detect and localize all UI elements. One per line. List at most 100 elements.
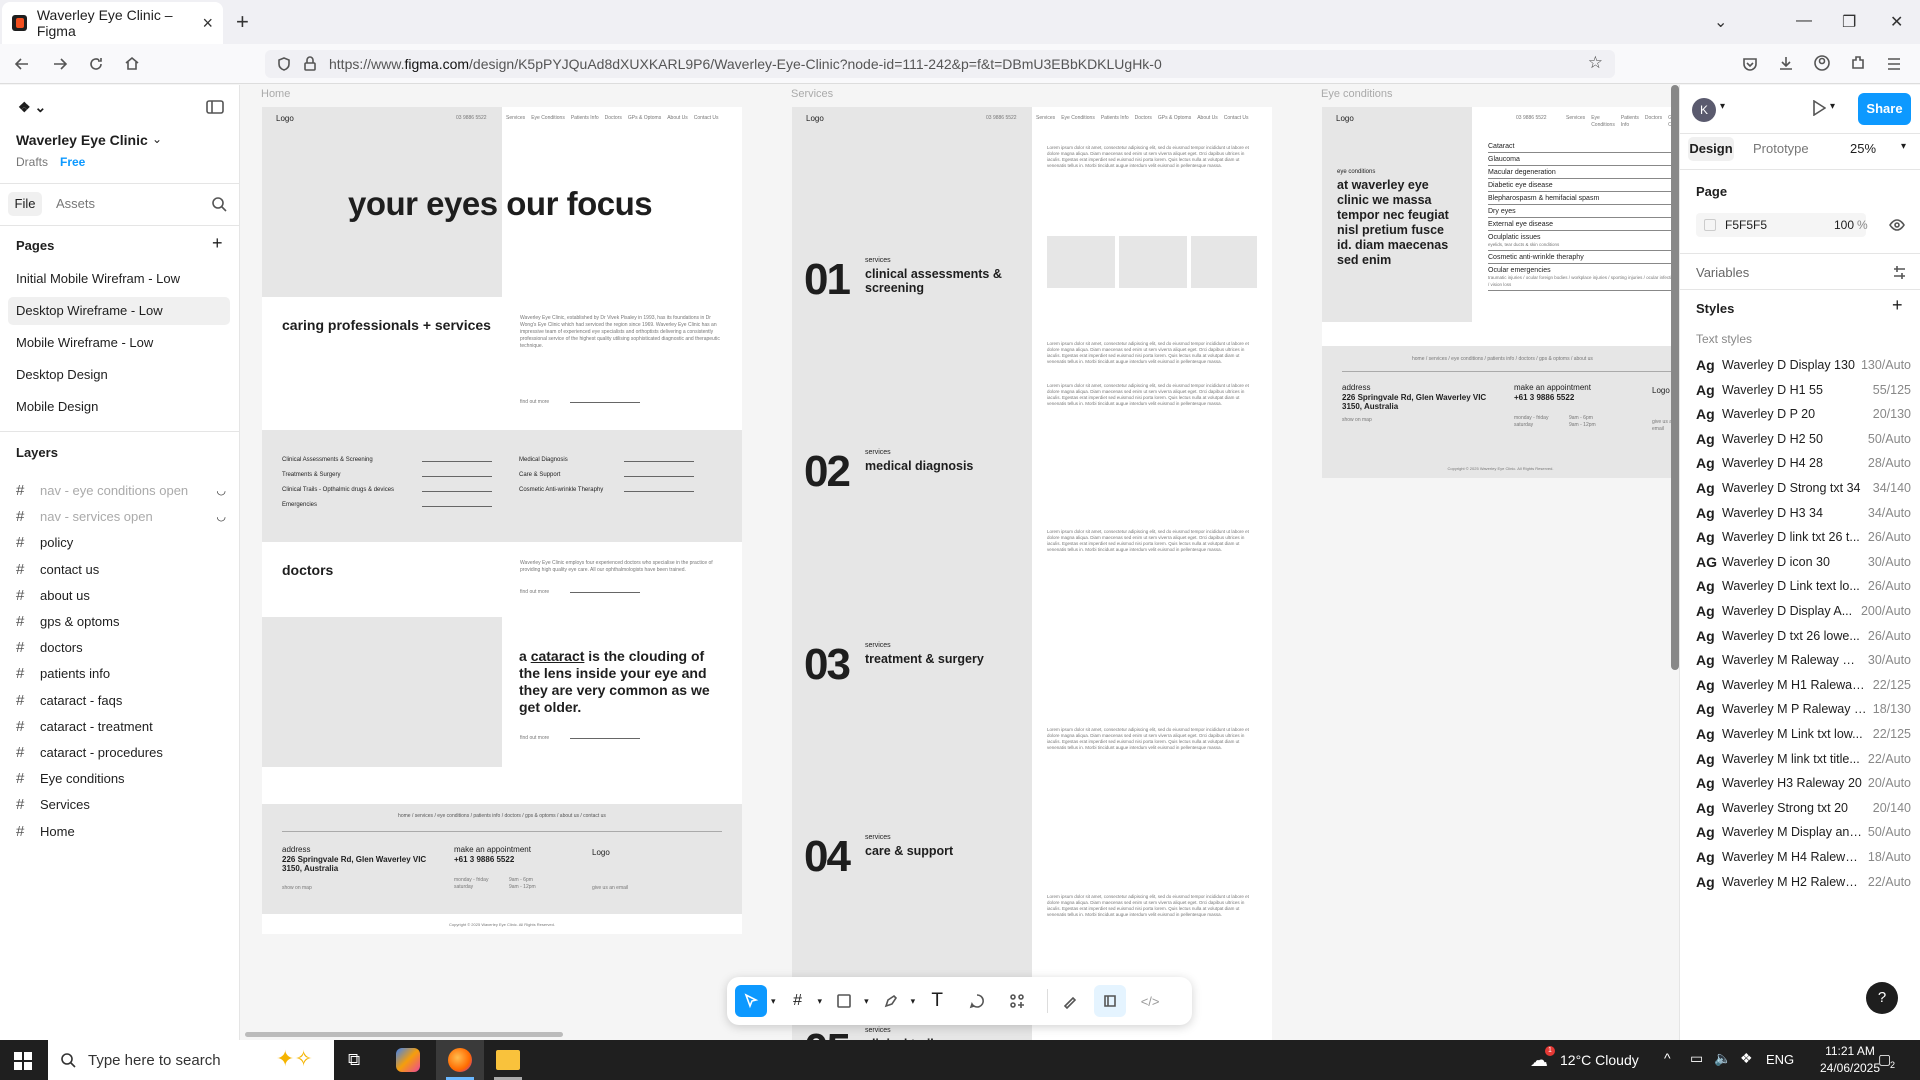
- canvas-scrollbar-vertical[interactable]: [1671, 85, 1679, 670]
- nav-link[interactable]: Patients Info: [1101, 115, 1129, 122]
- actions-tool-icon[interactable]: [1001, 985, 1033, 1017]
- layer-item[interactable]: # about us: [16, 582, 226, 610]
- language-indicator[interactable]: ENG: [1766, 1052, 1794, 1067]
- nav-link[interactable]: Patients Info: [1621, 115, 1639, 129]
- account-icon[interactable]: [1814, 55, 1830, 71]
- page-item[interactable]: Initial Mobile Wirefram - Low: [8, 265, 230, 293]
- figma-menu-icon[interactable]: ❖ ⌄: [18, 99, 46, 116]
- nav-link[interactable]: Contact Us: [1224, 115, 1249, 122]
- frame-label-services[interactable]: Services: [791, 88, 833, 100]
- layer-item[interactable]: # doctors: [16, 634, 226, 662]
- toggle-sidebar-icon[interactable]: [206, 100, 224, 114]
- nav-link[interactable]: Eye Conditions: [1061, 115, 1095, 122]
- file-location[interactable]: Drafts: [16, 155, 48, 169]
- nav-link[interactable]: Eye Conditions: [531, 115, 565, 122]
- tab-file[interactable]: File: [8, 192, 42, 216]
- page-item[interactable]: Mobile Wireframe - Low: [8, 329, 230, 357]
- nav-link[interactable]: Services: [1036, 115, 1055, 122]
- chevron-down-icon[interactable]: ▾: [1901, 141, 1906, 152]
- layer-item[interactable]: # Eye conditions: [16, 765, 226, 793]
- nav-link[interactable]: Eye Conditions: [1591, 115, 1615, 129]
- service-link[interactable]: Care & Support: [519, 472, 719, 487]
- tab-design[interactable]: Design: [1688, 137, 1734, 161]
- find-out-more-link[interactable]: find out more: [520, 399, 549, 406]
- eye-condition-item[interactable]: Cosmetic anti-wrinkle theraphy: [1488, 251, 1679, 264]
- page-item-selected[interactable]: Desktop Wireframe - Low: [8, 297, 230, 325]
- chevron-down-icon[interactable]: ▾: [864, 996, 869, 1007]
- nav-link[interactable]: GPs & Optoms: [628, 115, 661, 122]
- network-icon[interactable]: ▭: [1690, 1050, 1703, 1067]
- close-tab-icon[interactable]: ×: [202, 13, 213, 34]
- chevron-down-icon[interactable]: ▾: [911, 996, 916, 1007]
- find-out-more-link[interactable]: find out more: [520, 735, 549, 742]
- eye-condition-item[interactable]: Macular degeneration: [1488, 166, 1679, 179]
- cataract-link[interactable]: cataract: [531, 648, 585, 664]
- service-link[interactable]: Treatments & Surgery: [282, 472, 497, 487]
- dropbox-icon[interactable]: ❖: [1740, 1050, 1753, 1067]
- eye-condition-item[interactable]: Oculplatic issues eyelids, tear ducts & s…: [1488, 231, 1679, 251]
- eye-visibility-icon[interactable]: [1889, 219, 1905, 231]
- rectangle-tool-icon[interactable]: [828, 985, 860, 1017]
- share-button[interactable]: Share: [1858, 93, 1911, 125]
- layer-item[interactable]: # cataract - treatment: [16, 713, 226, 741]
- forward-icon[interactable]: [52, 56, 68, 72]
- chevron-down-icon[interactable]: ▾: [818, 996, 823, 1007]
- variables-heading[interactable]: Variables: [1696, 265, 1749, 280]
- draw-mode-icon[interactable]: [1054, 985, 1086, 1017]
- text-style-item[interactable]: Ag Waverley M H2 Ralewa... 22/Auto: [1696, 867, 1911, 897]
- eye-condition-item[interactable]: Dry eyes: [1488, 205, 1679, 218]
- weather-text[interactable]: 12°C Cloudy: [1560, 1052, 1639, 1068]
- nav-link[interactable]: GPs & Optoms: [1158, 115, 1191, 122]
- avatar[interactable]: K: [1692, 98, 1716, 122]
- service-title[interactable]: clinical assessments & screening: [865, 267, 1005, 295]
- add-style-icon[interactable]: +: [1892, 295, 1903, 316]
- minimize-icon[interactable]: —: [1796, 12, 1812, 30]
- design-mode-icon[interactable]: [1094, 985, 1127, 1017]
- file-name[interactable]: Waverley Eye Clinic: [16, 132, 148, 148]
- chevron-up-icon[interactable]: ^: [1664, 1050, 1671, 1066]
- nav-link[interactable]: About Us: [667, 115, 688, 122]
- file-explorer-icon[interactable]: [496, 1050, 520, 1070]
- service-link[interactable]: Clinical Assessments & Screening: [282, 457, 497, 472]
- layer-item[interactable]: # contact us: [16, 556, 226, 584]
- window-close-icon[interactable]: ✕: [1890, 12, 1903, 32]
- service-link[interactable]: Cosmetic Anti-wrinkle Theraphy: [519, 487, 719, 502]
- chevron-down-icon[interactable]: ▾: [1830, 101, 1835, 112]
- service-link[interactable]: Medical Diagnosis: [519, 457, 719, 472]
- hidden-eye-icon[interactable]: ◡: [216, 477, 226, 505]
- services-frame[interactable]: Logo 03 9886 5522 Services Eye Conditions…: [792, 107, 1272, 1040]
- text-tool-icon[interactable]: T: [921, 985, 953, 1017]
- layer-item[interactable]: # nav - eye conditions open ◡: [16, 477, 226, 505]
- color-swatch[interactable]: [1704, 219, 1716, 231]
- url-bar[interactable]: https://www. figma.com/design/K5pPYJQuAd8…: [265, 50, 1615, 78]
- variables-settings-icon[interactable]: [1892, 265, 1907, 280]
- frame-label-home[interactable]: Home: [261, 88, 290, 100]
- hidden-eye-icon[interactable]: ◡: [216, 503, 226, 531]
- firefox-taskbar-button[interactable]: [436, 1040, 484, 1080]
- nav-link[interactable]: Doctors: [605, 115, 622, 122]
- play-prototype-icon[interactable]: [1812, 100, 1826, 116]
- volume-icon[interactable]: 🔈: [1714, 1050, 1731, 1067]
- eye-condition-item[interactable]: Cataract: [1488, 140, 1679, 153]
- new-tab-icon[interactable]: +: [236, 11, 249, 33]
- menu-icon[interactable]: [1886, 56, 1902, 72]
- layer-item[interactable]: # Services: [16, 791, 226, 819]
- task-view-icon[interactable]: ⧉: [348, 1050, 360, 1070]
- tab-list-chevron-icon[interactable]: ⌄: [1714, 12, 1727, 32]
- zoom-level[interactable]: 25%: [1850, 141, 1876, 156]
- background-hex[interactable]: F5F5F5: [1725, 218, 1767, 232]
- dev-mode-icon[interactable]: </>: [1134, 985, 1166, 1017]
- nav-link[interactable]: About Us: [1197, 115, 1218, 122]
- nav-link[interactable]: Contact Us: [694, 115, 719, 122]
- page-item[interactable]: Desktop Design: [8, 361, 230, 389]
- page-item[interactable]: Mobile Design: [8, 393, 230, 421]
- email-link[interactable]: give us an email: [592, 885, 628, 892]
- copilot-icon[interactable]: [396, 1048, 420, 1072]
- find-out-more-link[interactable]: find out more: [520, 589, 549, 596]
- layer-item[interactable]: # policy: [16, 529, 226, 557]
- service-link[interactable]: Emergencies: [282, 502, 497, 517]
- tab-prototype[interactable]: Prototype: [1753, 141, 1809, 156]
- help-button[interactable]: ?: [1866, 982, 1898, 1014]
- background-opacity[interactable]: 100: [1834, 218, 1854, 232]
- nav-link[interactable]: Doctors: [1135, 115, 1152, 122]
